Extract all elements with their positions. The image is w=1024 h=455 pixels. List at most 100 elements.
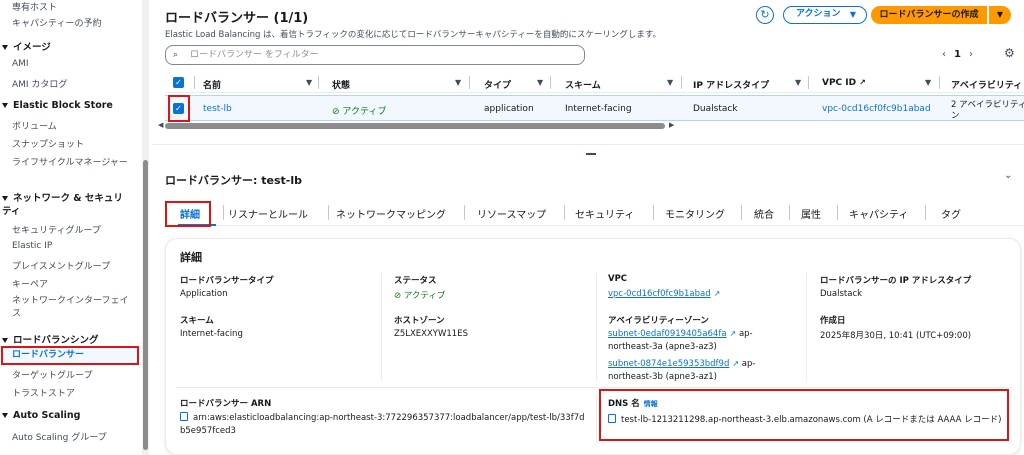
sidebar-item-snapshots[interactable]: スナップショット [12, 137, 84, 150]
row-divider [176, 387, 1012, 388]
tab-attributes[interactable]: 属性 [801, 206, 821, 221]
copy-icon[interactable] [180, 412, 188, 421]
load-balancer-list-panel: ロードバランサー (1/1) Elastic Load Balancing は、… [152, 0, 1024, 145]
table-header: ✓ 名前 ▼ 状態 ▼ タイプ ▼ スキーム ▼ IP アドレスタイプ ▼ VP… [165, 73, 1024, 93]
settings-gear-icon[interactable]: ⚙ [1004, 46, 1015, 60]
vpc-link[interactable]: vpc-0cd16cf0fc9b1abad [608, 289, 711, 299]
create-load-balancer-button[interactable]: ロードバランサーの作成 [871, 6, 987, 24]
column-header-vpc-id[interactable]: VPC ID ↗ [822, 78, 866, 88]
column-divider [318, 76, 319, 89]
tab-divider [653, 205, 654, 220]
tab-divider [464, 205, 465, 220]
column-divider [681, 76, 682, 89]
subnet1[interactable]: subnet-0edaf0919405a64fa ↗ ap- [608, 329, 753, 339]
column-header-label: VPC ID [822, 78, 857, 88]
filter-search-input[interactable]: ⌕ ロードバランサー をフィルター [165, 45, 585, 65]
actions-button[interactable]: アクション ▼ [783, 6, 867, 24]
page-number[interactable]: 1 [954, 49, 961, 60]
refresh-button[interactable]: ↻ [756, 6, 774, 24]
sidebar-item-auto-scaling-groups[interactable]: Auto Scaling グループ [12, 430, 107, 443]
tab-listeners-rules[interactable]: リスナーとルール [228, 206, 308, 221]
row-name-link[interactable]: test-lb [203, 104, 232, 114]
collapse-chevron-icon[interactable]: ⌄ [1004, 170, 1012, 181]
subnet2[interactable]: subnet-0874e1e59353bdf9d ↗ ap- [608, 359, 755, 369]
tab-capacity[interactable]: キャパシティ [849, 206, 908, 221]
tab-divider [925, 205, 926, 220]
next-page-icon[interactable]: › [969, 49, 973, 60]
sidebar-section-auto-scaling[interactable]: Auto Scaling [2, 410, 80, 421]
scrollbar-thumb[interactable] [143, 160, 148, 450]
column-header-ip-type[interactable]: IP アドレスタイプ [693, 78, 769, 91]
tab-network-mapping[interactable]: ネットワークマッピング [336, 206, 446, 221]
caret-down-icon: ▼ [849, 10, 856, 19]
row-scheme: Internet-facing [565, 104, 632, 114]
sort-icon[interactable]: ▼ [925, 78, 931, 87]
search-placeholder: ロードバランサー をフィルター [190, 50, 319, 60]
column-header-state[interactable]: 状態 [332, 78, 350, 91]
sort-icon[interactable]: ▼ [455, 78, 461, 87]
vpc-label: VPC [608, 274, 628, 284]
sidebar-section-network-security[interactable]: ネットワーク & セキュリティ [2, 192, 130, 218]
column-header-az[interactable]: アベイラビリティ [951, 78, 1022, 91]
table-row[interactable]: ✓ test-lb ⊘ アクティブ application Internet-f… [165, 95, 1024, 121]
column-divider [381, 273, 382, 381]
tab-resource-map[interactable]: リソースマップ [477, 206, 546, 221]
sort-icon[interactable]: ▼ [306, 78, 312, 87]
sort-icon[interactable]: ▼ [667, 78, 673, 87]
detail-tabs: 詳細 リスナーとルール ネットワークマッピング リソースマップ セキュリティ モ… [165, 200, 1024, 226]
pagination: ‹ 1 › [942, 49, 973, 60]
column-header-type[interactable]: タイプ [484, 78, 511, 91]
sidebar-item-security-groups[interactable]: セキュリティグループ [12, 223, 101, 236]
sidebar-item-ami-catalog[interactable]: AMI カタログ [12, 77, 67, 90]
create-dropdown-button[interactable]: ▼ [989, 6, 1011, 24]
tab-divider [741, 205, 742, 220]
sidebar-section-images[interactable]: イメージ [2, 39, 51, 53]
scroll-left-icon[interactable]: ◀ [158, 121, 163, 129]
sidebar-item-lifecycle-manager[interactable]: ライフサイクルマネージャー [12, 155, 128, 168]
column-header-scheme[interactable]: スキーム [565, 78, 601, 91]
sidebar-item-dedicated-hosts[interactable]: 専有ホスト [12, 0, 57, 13]
vpc-value[interactable]: vpc-0cd16cf0fc9b1abad ↗ [608, 289, 720, 299]
status-text: アクティブ [403, 291, 446, 301]
tab-tags[interactable]: タグ [941, 206, 961, 221]
tab-divider [564, 205, 565, 220]
sidebar-item-ami[interactable]: AMI [12, 59, 29, 69]
sidebar-item-load-balancers[interactable]: ロードバランサー [1, 346, 139, 365]
subnet2-az: northeast-3b (apne3-az1) [608, 372, 717, 382]
split-panel-drag-handle[interactable] [586, 153, 596, 155]
tab-integrations[interactable]: 統合 [754, 206, 774, 221]
main-content: ロードバランサー (1/1) Elastic Load Balancing は、… [152, 0, 1024, 455]
scroll-right-icon[interactable]: ▶ [669, 121, 674, 129]
sidebar-item-trust-stores[interactable]: トラストストア [12, 386, 75, 399]
sort-icon[interactable]: ▼ [537, 78, 543, 87]
tab-security[interactable]: セキュリティ [575, 206, 634, 221]
sidebar-section-label: Auto Scaling [13, 410, 81, 421]
subnet2-link[interactable]: subnet-0874e1e59353bdf9d [608, 359, 729, 369]
row-vpc-link[interactable]: vpc-0cd16cf0fc9b1abad [822, 104, 931, 114]
sidebar-section-ebs[interactable]: Elastic Block Store [2, 100, 113, 111]
sidebar-item-key-pairs[interactable]: キーペア [12, 277, 48, 290]
select-all-checkbox[interactable]: ✓ [173, 77, 184, 88]
table-horizontal-scrollbar[interactable] [165, 123, 665, 129]
row-state-label: アクティブ [342, 107, 387, 117]
sidebar-section-load-balancing[interactable]: ロードバランシング [2, 332, 99, 346]
sidebar-item-capacity-reservations[interactable]: キャパシティーの予約 [12, 16, 101, 29]
sidebar-item-target-groups[interactable]: ターゲットグループ [12, 368, 92, 381]
sort-icon[interactable]: ▼ [795, 78, 801, 87]
arn-text: arn:aws:elasticloadbalancing:ap-northeas… [193, 413, 585, 423]
tab-divider [223, 205, 224, 220]
sidebar-item-network-interfaces[interactable]: ネットワークインターフェイス [12, 295, 134, 321]
prev-page-icon[interactable]: ‹ [942, 49, 946, 60]
sidebar-item-placement-groups[interactable]: プレイスメントグループ [12, 259, 110, 272]
column-divider [596, 273, 597, 381]
column-header-name[interactable]: 名前 [203, 78, 221, 91]
highlight-box [168, 95, 190, 122]
tab-monitoring[interactable]: モニタリング [665, 206, 725, 221]
subnet1-link[interactable]: subnet-0edaf0919405a64fa [608, 329, 727, 339]
sidebar-item-volumes[interactable]: ボリューム [12, 119, 57, 132]
row-type: application [484, 104, 534, 114]
sidebar-scrollbar[interactable] [142, 0, 149, 455]
arn-value-cont: b5e957fced3 [180, 426, 236, 436]
sidebar-item-elastic-ip[interactable]: Elastic IP [12, 241, 52, 251]
actions-label: アクション [796, 9, 841, 19]
